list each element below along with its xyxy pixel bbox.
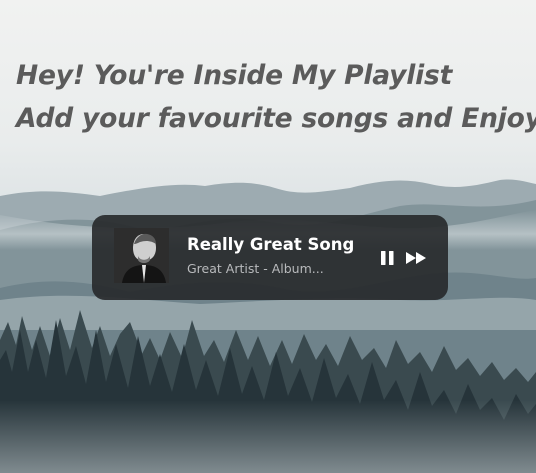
album-cover[interactable] [114, 228, 169, 283]
music-player-card: Really Great Song Great Artist - Album..… [92, 215, 448, 300]
pause-button[interactable] [380, 249, 396, 267]
pause-icon [381, 251, 394, 265]
headline-line-1: Hey! You're Inside My Playlist [16, 60, 453, 91]
headline-line-2: Add your favourite songs and Enjoy! [16, 103, 536, 134]
song-title: Really Great Song [187, 235, 355, 254]
fast-forward-button[interactable] [405, 249, 429, 267]
artist-photo-icon [114, 228, 169, 283]
playlist-headline: Hey! You're Inside My Playlist Add your … [16, 54, 536, 140]
artist-album-label: Great Artist - Album... [187, 261, 324, 276]
fast-forward-icon [406, 252, 426, 264]
